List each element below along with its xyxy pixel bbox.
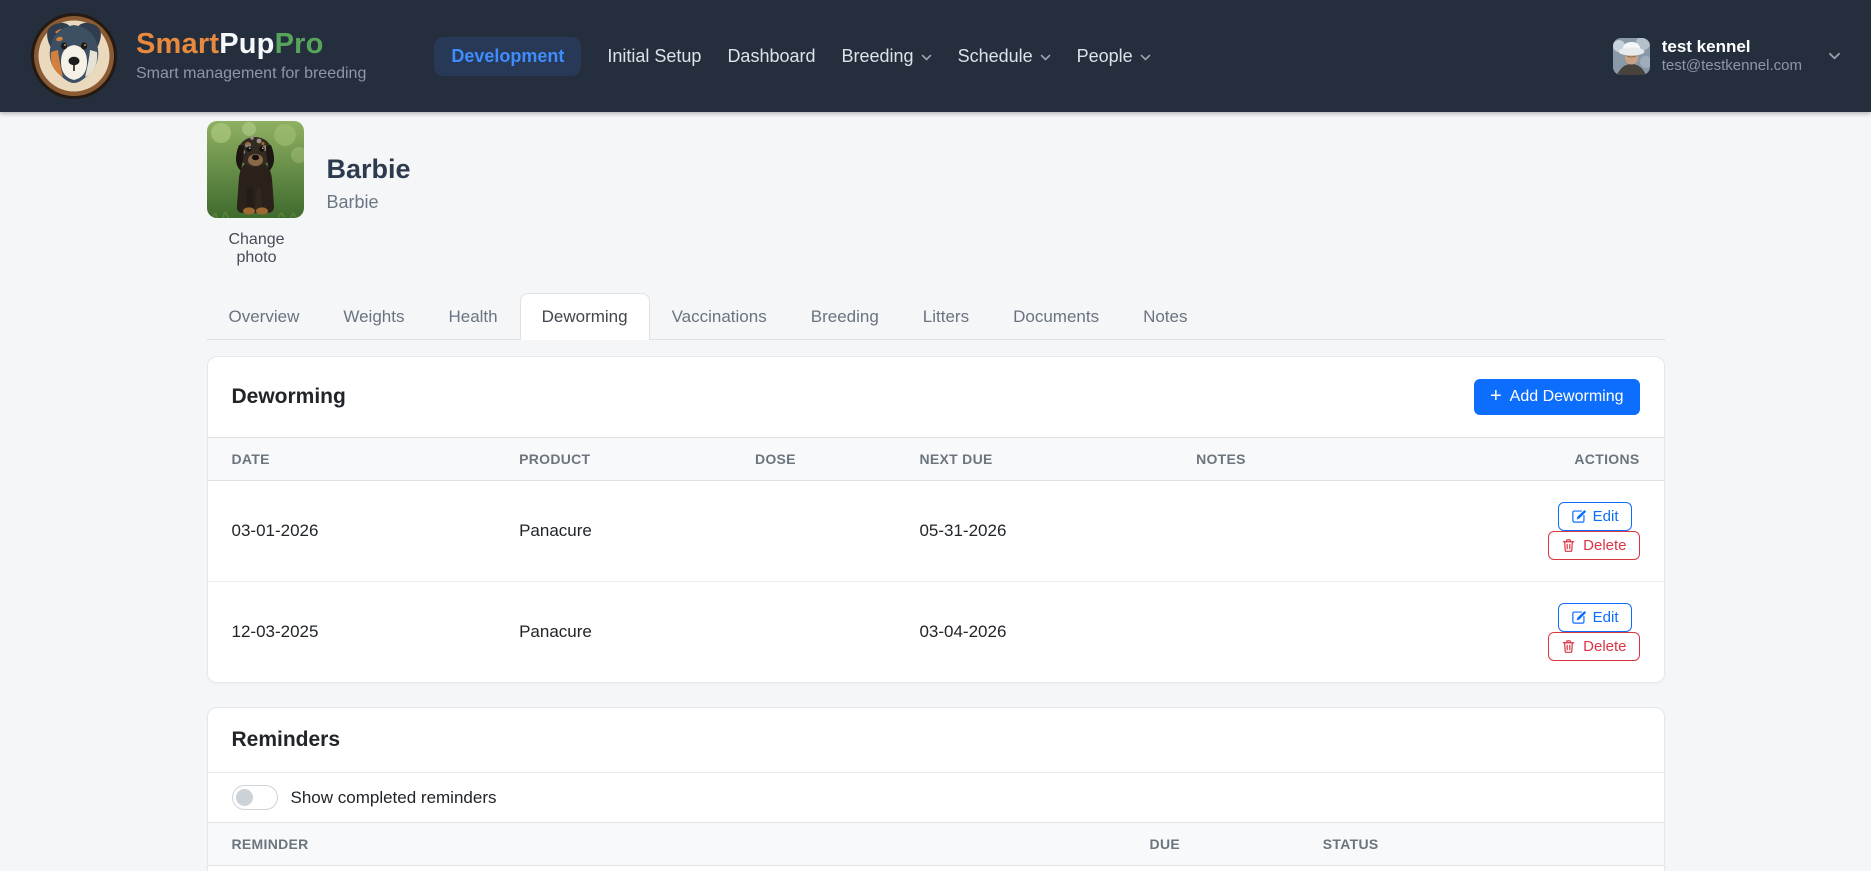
reminders-toggle-row: Show completed reminders: [208, 773, 1664, 822]
nav-item-label: Dashboard: [727, 45, 816, 66]
brand-part-smart: Smart: [136, 28, 220, 61]
add-deworming-label: Add Deworming: [1509, 388, 1624, 405]
chevron-down-icon: [1040, 54, 1050, 61]
edit-button[interactable]: Edit: [1557, 502, 1632, 531]
reminders-card: Reminders Show completed reminders REMIN…: [206, 707, 1665, 871]
tab-litters[interactable]: Litters: [901, 293, 991, 340]
deworming-card: Deworming + Add Deworming DATE PRODUCT D…: [206, 356, 1665, 683]
trash-icon: [1562, 539, 1575, 552]
deworming-row: 12-03-2025 Panacure 03-04-2026 Edit Dele…: [207, 581, 1664, 682]
chevron-down-icon: [1140, 54, 1150, 61]
edit-label: Edit: [1592, 508, 1619, 525]
delete-label: Delete: [1583, 537, 1627, 554]
nav-item-label: Breeding: [841, 45, 914, 66]
cell-next-due: 03-04-2026: [919, 581, 1197, 682]
show-completed-label: Show completed reminders: [290, 787, 497, 807]
top-navbar: SmartPupPro Smart management for breedin…: [0, 0, 1871, 112]
cell-dose: [754, 480, 920, 582]
cell-actions: Edit Delete: [1475, 581, 1664, 682]
nav-item-label: Schedule: [957, 45, 1033, 66]
brand-part-pro: Pro: [274, 28, 324, 61]
delete-button[interactable]: Delete: [1548, 632, 1640, 661]
user-menu[interactable]: test kennel test@testkennel.com: [1612, 36, 1841, 76]
pencil-square-icon: [1571, 611, 1586, 624]
deworming-title: Deworming: [231, 385, 346, 408]
reminders-card-header: Reminders: [207, 708, 1664, 773]
plus-icon: +: [1489, 385, 1502, 407]
col-date: DATE: [207, 437, 520, 481]
reminders-title: Reminders: [231, 728, 341, 751]
pencil-square-icon: [1571, 510, 1586, 523]
cell-date: 12-03-2025: [207, 581, 520, 682]
brand[interactable]: SmartPupPro Smart management for breedin…: [30, 12, 366, 100]
delete-button[interactable]: Delete: [1548, 531, 1640, 560]
user-avatar: [1612, 37, 1650, 75]
edit-label: Edit: [1592, 609, 1619, 626]
col-actions: ACTIONS: [1475, 437, 1664, 481]
col-due: DUE: [1149, 822, 1323, 866]
pet-subtitle: Barbie: [326, 192, 379, 212]
col-notes: NOTES: [1196, 437, 1476, 481]
col-reminder: REMINDER: [207, 822, 1150, 866]
user-name: test kennel: [1661, 37, 1751, 56]
nav-item-initial-setup[interactable]: Initial Setup: [607, 46, 701, 67]
tab-documents[interactable]: Documents: [991, 293, 1121, 340]
col-next-due: NEXT DUE: [919, 437, 1197, 481]
user-texts: test kennel test@testkennel.com: [1662, 36, 1802, 76]
brand-tagline: Smart management for breeding: [136, 64, 367, 82]
tab-notes[interactable]: Notes: [1121, 293, 1209, 340]
deworming-header-row: DATE PRODUCT DOSE NEXT DUE NOTES ACTIONS: [207, 437, 1664, 481]
brand-part-pup: Pup: [219, 28, 275, 61]
col-dose: DOSE: [754, 437, 920, 481]
pet-photo-column: Change photo: [206, 121, 307, 267]
environment-badge: Development: [434, 36, 582, 76]
tab-weights[interactable]: Weights: [321, 293, 426, 340]
cell-date: 03-01-2026: [207, 480, 520, 582]
col-product: PRODUCT: [519, 437, 755, 481]
reminders-table: REMINDER DUE STATUS: [207, 822, 1664, 866]
reminders-empty-body: [207, 866, 1664, 871]
show-completed-toggle[interactable]: [231, 785, 278, 810]
chevron-down-icon: [1829, 52, 1840, 60]
nav-item-dashboard[interactable]: Dashboard: [727, 46, 815, 67]
nav-item-label: People: [1076, 45, 1133, 66]
chevron-down-icon: [921, 54, 931, 61]
cell-product: Panacure: [519, 480, 755, 582]
change-photo-button[interactable]: Change photo: [207, 231, 307, 267]
tab-overview[interactable]: Overview: [207, 293, 322, 340]
nav-menu: Development Initial Setup Dashboard Bree…: [434, 36, 1151, 76]
cell-notes: [1196, 581, 1476, 682]
cell-actions: Edit Delete: [1475, 480, 1664, 582]
nav-item-schedule[interactable]: Schedule: [958, 46, 1051, 67]
nav-item-people[interactable]: People: [1077, 46, 1151, 67]
pet-profile-header: Change photo Barbie Barbie: [206, 121, 1665, 267]
reminders-header-row: REMINDER DUE STATUS: [207, 822, 1664, 866]
nav-item-breeding[interactable]: Breeding: [842, 46, 932, 67]
col-status: STATUS: [1322, 822, 1664, 866]
cell-notes: [1196, 480, 1476, 582]
delete-label: Delete: [1583, 638, 1627, 655]
deworming-row: 03-01-2026 Panacure 05-31-2026 Edit Dele…: [207, 480, 1664, 582]
cell-next-due: 05-31-2026: [919, 480, 1197, 582]
tab-deworming[interactable]: Deworming: [519, 293, 650, 340]
pet-name-block: Barbie Barbie: [327, 121, 411, 267]
tab-vaccinations[interactable]: Vaccinations: [650, 293, 789, 340]
trash-icon: [1562, 640, 1575, 653]
tab-health[interactable]: Health: [426, 293, 519, 340]
nav-item-label: Initial Setup: [607, 45, 702, 66]
tab-breeding[interactable]: Breeding: [789, 293, 901, 340]
deworming-table: DATE PRODUCT DOSE NEXT DUE NOTES ACTIONS…: [207, 437, 1664, 682]
brand-name: SmartPupPro: [136, 28, 366, 61]
user-email: test@testkennel.com: [1661, 57, 1802, 75]
pet-photo: [206, 121, 304, 218]
brand-text: SmartPupPro Smart management for breedin…: [136, 28, 367, 83]
pet-tabs: Overview Weights Health Deworming Vaccin…: [206, 292, 1665, 340]
cell-dose: [754, 581, 920, 682]
add-deworming-button[interactable]: + Add Deworming: [1473, 379, 1640, 415]
dog-logo-icon: [31, 13, 117, 99]
deworming-card-header: Deworming + Add Deworming: [208, 357, 1664, 437]
pet-name: Barbie: [326, 154, 411, 184]
cell-product: Panacure: [519, 581, 755, 682]
edit-button[interactable]: Edit: [1557, 603, 1632, 632]
